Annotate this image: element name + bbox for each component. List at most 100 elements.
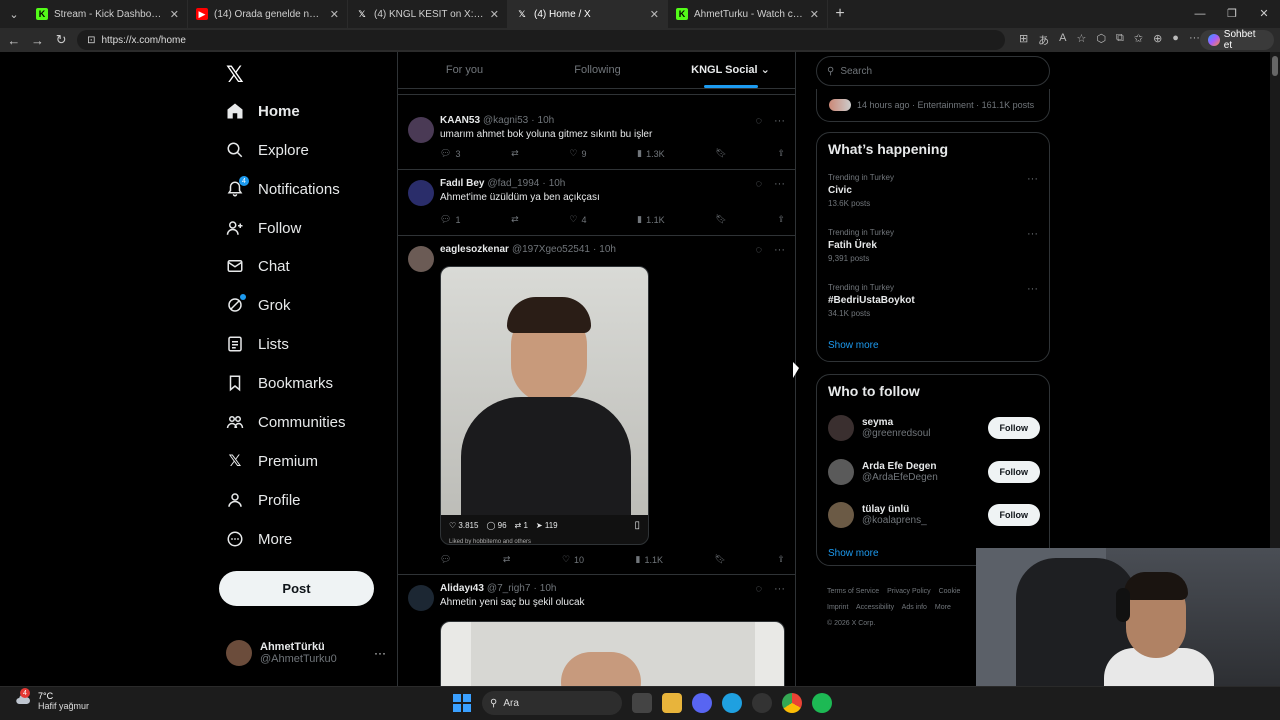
close-window-icon[interactable]: ✕ [1248, 0, 1280, 28]
reply-button[interactable]: 💬︎ 1 [440, 214, 460, 225]
follow-suggestion[interactable]: tülay ünlü @koalaprens_ Follow [828, 502, 1040, 528]
discord-icon[interactable] [692, 693, 712, 713]
more-icon[interactable]: ··· [1027, 283, 1038, 295]
nav-lists[interactable]: Lists [226, 331, 289, 357]
weather-widget[interactable]: 4 7°C Hafif yağmur [14, 688, 89, 711]
close-icon[interactable]: ✕ [170, 8, 179, 21]
close-icon[interactable]: ✕ [650, 8, 659, 21]
account-switcher[interactable]: AhmetTürkü @AhmetTurku0 ··· [226, 640, 386, 666]
footer-link[interactable]: Accessibility [856, 604, 894, 611]
tweet[interactable]: eaglesozkenar @197Xgeo52541 · 10h ◌ ··· ♡… [398, 236, 795, 575]
views-button[interactable]: ▮ 1.1K [637, 214, 664, 225]
retweet-button[interactable]: ⇄ [503, 554, 511, 565]
follow-button[interactable]: Follow [987, 461, 1040, 483]
split-screen-icon[interactable]: ⧉ [1116, 32, 1124, 48]
nav-bookmarks[interactable]: Bookmarks [226, 370, 333, 396]
trend-item[interactable]: Trending in Turkey Civic 13.6K posts ··· [828, 173, 1038, 208]
more-icon[interactable]: ··· [774, 244, 785, 256]
nav-chat[interactable]: Chat [226, 253, 290, 279]
reply-button[interactable]: 💬︎ 3 [440, 148, 460, 159]
footer-link[interactable]: More [935, 604, 951, 611]
trending-story[interactable]: 14 hours ago · Entertainment · 161.1K po… [816, 89, 1050, 122]
tweet-author-name[interactable]: Alidayı43 [440, 583, 484, 594]
more-icon[interactable]: ··· [1027, 173, 1038, 185]
browser-tab[interactable]: 𝕏 (4) KNGL KESİT on X: "Merkez ban ✕ [348, 0, 508, 28]
tab-kngl-social[interactable]: KNGL Social ⌄ [664, 52, 795, 88]
tweet-author-handle[interactable]: @kagni53 [483, 115, 528, 126]
bookmark-icon[interactable]: 🔖︎ [714, 554, 725, 565]
new-tab-button[interactable]: + [828, 5, 852, 23]
profile-avatar[interactable]: ● [1172, 32, 1179, 48]
like-button[interactable]: ♡ 9 [569, 148, 586, 159]
like-button[interactable]: ♡ 4 [569, 214, 586, 225]
app-icon[interactable]: ⊞ [1019, 32, 1028, 48]
browser-tab[interactable]: K Stream - Kick Dashboard ✕ [28, 0, 188, 28]
retweet-button[interactable]: ⇄ [511, 148, 519, 159]
views-button[interactable]: ▮ 1.3K [637, 148, 664, 159]
grok-icon[interactable]: ◌ [755, 178, 762, 190]
show-more-link[interactable]: Show more [828, 548, 879, 559]
more-icon[interactable]: ··· [374, 646, 386, 660]
close-icon[interactable]: ✕ [330, 8, 339, 21]
tweet-time[interactable]: 10h [538, 115, 555, 126]
tweet-media-screenshot[interactable]: ♡ 3.815 ◯ 96 ⇄ 1 ➤ 119 ▯ Liked by hobbit… [440, 266, 649, 545]
edge-icon[interactable] [722, 693, 742, 713]
show-more-link[interactable]: Show more [828, 340, 879, 351]
tweet-author-handle[interactable]: @fad_1994 [487, 178, 539, 189]
grok-icon[interactable]: ◌ [755, 115, 762, 127]
follow-button[interactable]: Follow [987, 417, 1040, 439]
settings-more-icon[interactable]: ··· [1189, 32, 1200, 48]
nav-follow[interactable]: Follow [226, 215, 301, 241]
minimize-icon[interactable]: — [1184, 0, 1216, 28]
spotify-icon[interactable] [812, 693, 832, 713]
chrome-icon[interactable] [782, 693, 802, 713]
footer-link[interactable]: Cookie [939, 588, 961, 595]
more-icon[interactable]: ··· [774, 115, 785, 127]
browser-tab-active[interactable]: 𝕏 (4) Home / X ✕ [508, 0, 668, 28]
more-icon[interactable]: ··· [774, 178, 785, 190]
favorite-star-icon[interactable]: ☆ [1077, 32, 1087, 48]
footer-link[interactable]: Imprint [827, 604, 848, 611]
tweet-author-name[interactable]: KAAN53 [440, 115, 480, 126]
taskbar-search-input[interactable]: ⚲ Ara [482, 691, 622, 715]
trend-item[interactable]: Trending in Turkey Fatih Ürek 9,391 post… [828, 228, 1038, 263]
tweet-media-image[interactable] [440, 621, 785, 686]
windows-start-icon[interactable] [452, 693, 472, 713]
nav-grok[interactable]: Grok [226, 292, 291, 318]
copilot-chat-button[interactable]: Sohbet et [1199, 29, 1274, 51]
search-input[interactable]: ⚲ Search [816, 56, 1050, 86]
grok-icon[interactable]: ◌ [755, 244, 762, 256]
collections-icon[interactable]: ⊕ [1153, 32, 1162, 48]
share-icon[interactable]: ⇪ [777, 554, 785, 565]
follow-button[interactable]: Follow [987, 504, 1040, 526]
trend-item[interactable]: Trending in Turkey #BedriUstaBoykot 34.1… [828, 283, 1038, 318]
tweet-author-name[interactable]: Fadıl Bey [440, 178, 484, 189]
url-field[interactable]: ⊡ https://x.com/home [77, 30, 1005, 50]
tab-following[interactable]: Following [531, 52, 664, 88]
more-icon[interactable]: ··· [774, 583, 785, 595]
tweet-time[interactable]: 10h [599, 244, 616, 255]
tweet[interactable]: KAAN53 @kagni53 · 10h ◌ ··· umarım ahmet … [398, 107, 795, 170]
refresh-icon[interactable]: ↻ [49, 32, 73, 48]
more-icon[interactable]: ··· [1027, 228, 1038, 240]
like-button[interactable]: ♡ 10 [562, 554, 584, 565]
bookmark-icon[interactable]: 🔖︎ [715, 214, 726, 225]
extensions-icon[interactable]: ⬡ [1096, 32, 1106, 48]
translate-icon[interactable]: あ [1038, 32, 1049, 48]
back-icon[interactable]: ← [2, 33, 26, 48]
reply-button[interactable]: 💬︎ [440, 554, 451, 565]
grok-icon[interactable]: ◌ [755, 583, 762, 595]
read-aloud-icon[interactable]: A [1059, 32, 1066, 48]
file-explorer-icon[interactable] [662, 693, 682, 713]
close-icon[interactable]: ✕ [490, 8, 499, 21]
retweet-button[interactable]: ⇄ [511, 214, 519, 225]
footer-link[interactable]: Ads info [902, 604, 927, 611]
footer-link[interactable]: Terms of Service [827, 588, 879, 595]
follow-suggestion[interactable]: Arda Efe Degen @ArdaEfeDegen Follow [828, 459, 1040, 485]
close-icon[interactable]: ✕ [810, 8, 819, 21]
nav-more[interactable]: More [226, 526, 292, 552]
browser-tab[interactable]: ▶ (14) Orada genelde neymar olurdu ✕ [188, 0, 348, 28]
task-view-icon[interactable] [632, 693, 652, 713]
tab-for-you[interactable]: For you [398, 52, 531, 88]
tweet[interactable]: Fadıl Bey @fad_1994 · 10h ◌ ··· Ahmet'ime… [398, 170, 795, 236]
